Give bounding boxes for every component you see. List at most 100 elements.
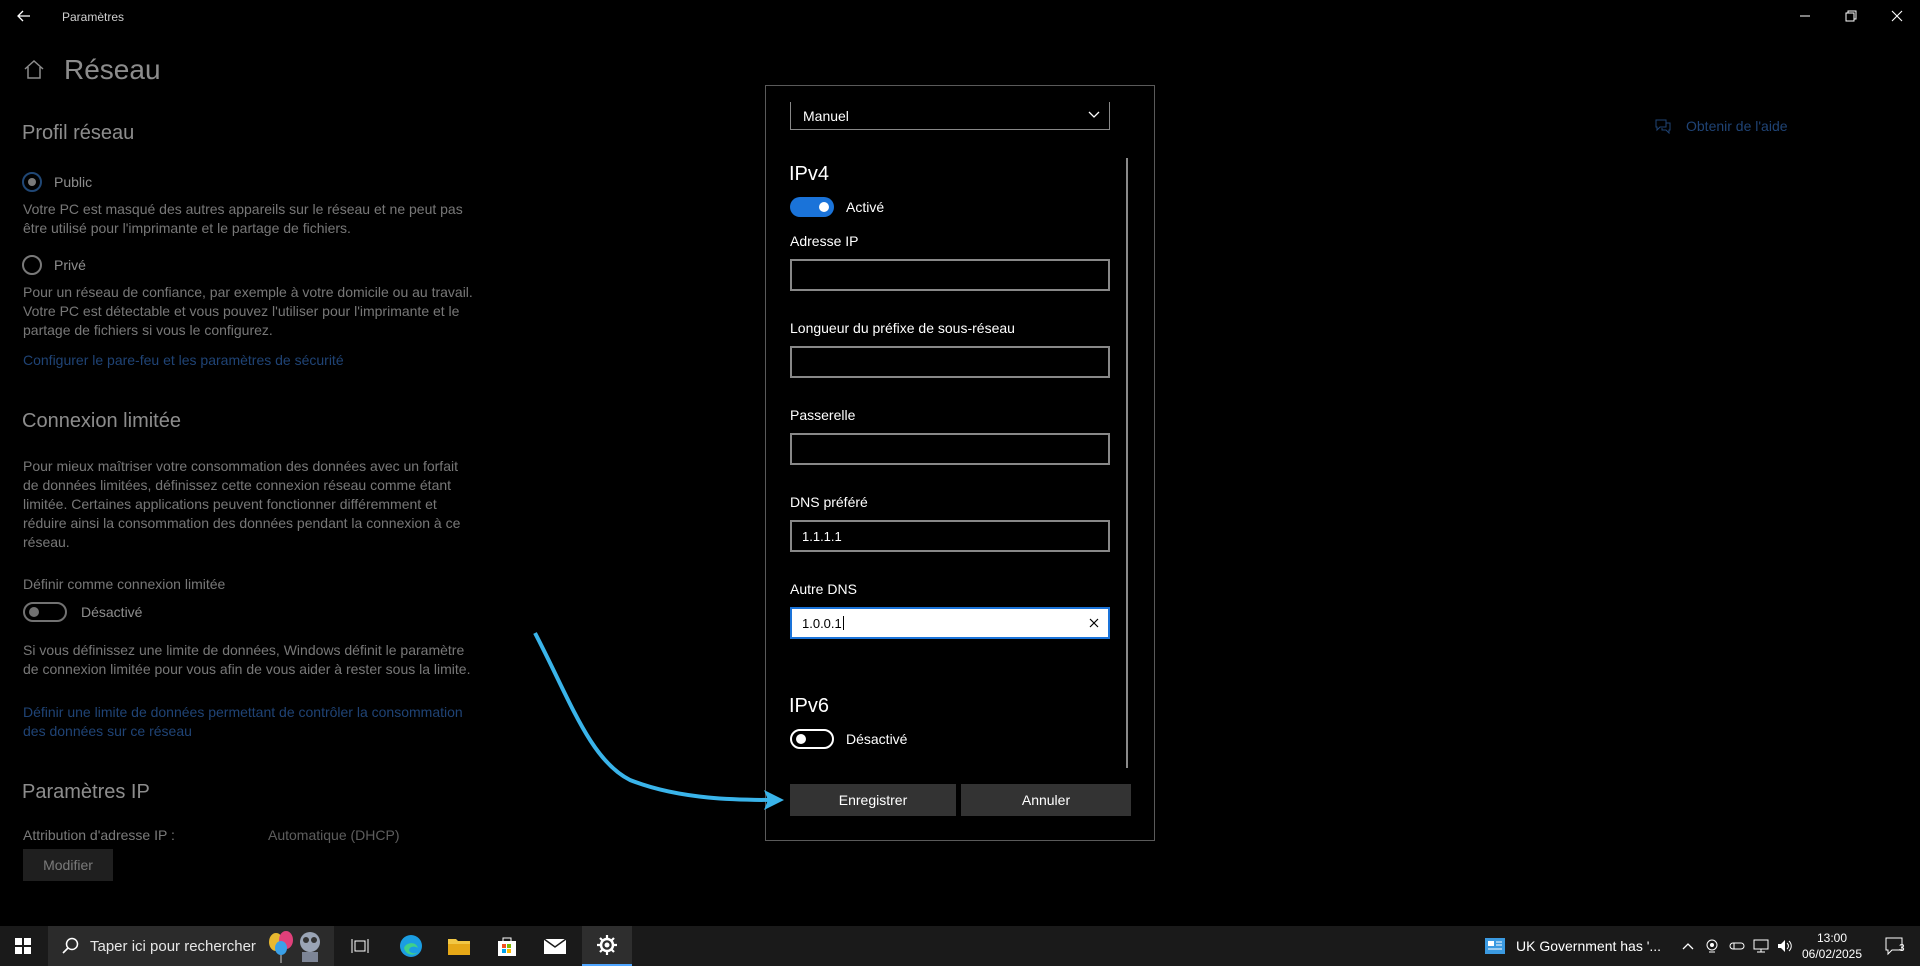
pen-icon (1729, 942, 1745, 950)
preferred-dns-label: DNS préféré (790, 494, 868, 510)
tray-webcam[interactable] (1702, 926, 1722, 966)
start-button[interactable] (0, 926, 46, 966)
restore-button[interactable] (1828, 0, 1874, 32)
metered-desc-line: limitée. Certaines applications peuvent … (23, 496, 437, 512)
close-icon (1891, 10, 1903, 22)
firewall-settings-link[interactable]: Configurer le pare-feu et les paramètres… (23, 351, 344, 370)
private-desc-line: Votre PC est détectable et vous pouvez l… (23, 303, 460, 319)
page-title: Réseau (64, 54, 161, 85)
radio-private[interactable]: Privé (22, 255, 86, 275)
title-bar: Paramètres (0, 0, 1920, 32)
gateway-field[interactable] (790, 433, 1110, 465)
taskbar: Taper ici pour rechercher UK Government … (0, 926, 1920, 966)
store-app[interactable] (486, 926, 528, 966)
data-limit-link[interactable]: Définir une limite de données permettant… (23, 703, 463, 722)
webcam-icon (1706, 939, 1718, 953)
help-chat-icon (1655, 119, 1671, 134)
back-arrow-icon (17, 10, 30, 22)
notification-center[interactable]: 3 (1874, 926, 1916, 966)
network-icon (1753, 939, 1769, 953)
private-desc-line: partage de fichiers si vous le configure… (23, 322, 273, 338)
cancel-button[interactable]: Annuler (961, 784, 1131, 816)
clock-time: 13:00 (1816, 931, 1848, 945)
metered-connection-heading: Connexion limitée (22, 410, 181, 432)
alternate-dns-value: 1.0.0.1 (802, 615, 842, 631)
metered-note-line: Si vous définissez une limite de données… (23, 642, 465, 658)
news-icon (1485, 938, 1505, 954)
chevron-down-icon (1088, 111, 1100, 118)
metered-desc-line: de données limitées, définissez cette co… (23, 477, 452, 493)
page-header: Réseau (22, 54, 161, 86)
preferred-dns-field[interactable]: 1.1.1.1 (790, 520, 1110, 552)
private-desc-line: Pour un réseau de confiance, par exemple… (23, 284, 473, 300)
minimize-icon (1800, 15, 1810, 17)
clear-icon[interactable] (1088, 617, 1100, 629)
data-limit-link[interactable]: des données sur ce réseau (23, 722, 192, 741)
news-widget[interactable]: UK Government has '... (1484, 926, 1661, 966)
metered-desc-line: Pour mieux maîtriser votre consommation … (23, 458, 458, 474)
ipv6-toggle[interactable] (790, 729, 834, 749)
news-headline: UK Government has '... (1516, 938, 1662, 954)
back-button[interactable] (8, 0, 40, 32)
ip-mode-value: Manuel (803, 107, 849, 124)
help-link[interactable]: Obtenir de l'aide (1654, 118, 1788, 134)
metered-toggle[interactable]: Désactivé (23, 602, 142, 622)
metered-desc-line: réseau. (23, 534, 70, 550)
subnet-prefix-label: Longueur du préfixe de sous-réseau (790, 320, 1015, 336)
radio-public-indicator[interactable] (22, 172, 42, 192)
radio-private-indicator[interactable] (22, 255, 42, 275)
volume-icon (1778, 940, 1792, 952)
search-placeholder: Taper ici pour rechercher (90, 937, 256, 955)
ipv4-toggle[interactable] (790, 197, 834, 217)
ipv6-toggle-state: Désactivé (846, 731, 908, 747)
modify-ip-button[interactable]: Modifier (23, 849, 113, 881)
ip-address-field[interactable] (790, 259, 1110, 291)
settings-app[interactable] (582, 926, 632, 966)
edge-app[interactable] (390, 926, 432, 966)
taskbar-clock[interactable]: 13:00 06/02/2025 (1800, 930, 1864, 962)
metered-desc-line: réduire ainsi la consommation des donnée… (23, 515, 461, 531)
metered-toggle-title: Définir comme connexion limitée (23, 576, 226, 592)
task-view-button[interactable] (340, 926, 380, 966)
tray-pen[interactable] (1726, 926, 1748, 966)
public-desc-line: être utilisé pour l'imprimante et le par… (23, 220, 351, 236)
home-icon[interactable] (22, 58, 46, 82)
show-hidden-icons[interactable] (1678, 926, 1698, 966)
metered-toggle-switch[interactable] (23, 602, 67, 622)
ip-assignment-label: Attribution d'adresse IP : (23, 827, 175, 843)
radio-public-label: Public (54, 174, 93, 190)
ipv4-heading: IPv4 (789, 163, 830, 185)
metered-note-line: de connexion limitée pour vous afin de v… (23, 661, 471, 677)
mail-app[interactable] (534, 926, 576, 966)
metered-toggle-state: Désactivé (81, 604, 143, 620)
clock-date: 06/02/2025 (1801, 947, 1863, 961)
radio-public[interactable]: Public (22, 172, 92, 192)
windows-logo-icon (15, 938, 31, 954)
ip-mode-dropdown[interactable]: Manuel (790, 102, 1110, 130)
subnet-prefix-field[interactable] (790, 346, 1110, 378)
notification-count: 3 (1899, 943, 1905, 954)
text-caret (842, 616, 844, 630)
alternate-dns-field[interactable]: 1.0.0.1 (790, 607, 1110, 639)
restore-icon (1845, 10, 1857, 22)
ipv6-heading: IPv6 (789, 695, 830, 717)
file-explorer-app[interactable] (438, 926, 480, 966)
gear-icon (597, 935, 617, 955)
task-view-icon (351, 939, 369, 953)
ipv4-toggle-state: Activé (846, 199, 885, 215)
save-button[interactable]: Enregistrer (790, 784, 956, 816)
taskbar-search[interactable]: Taper ici pour rechercher (48, 926, 334, 966)
search-icon (62, 937, 79, 954)
folder-icon (448, 939, 470, 955)
app-title: Paramètres (62, 10, 125, 24)
edit-ip-dialog: Manuel IPv4 Activé Adresse IP Longueur d… (765, 85, 1155, 841)
tray-network[interactable] (1750, 926, 1772, 966)
dialog-scrollbar[interactable] (1126, 158, 1128, 768)
close-button[interactable] (1874, 0, 1920, 32)
alternate-dns-label: Autre DNS (790, 581, 857, 597)
minimize-button[interactable] (1782, 0, 1828, 32)
search-highlight-icon (268, 931, 320, 963)
radio-private-label: Privé (54, 257, 86, 273)
tray-volume[interactable] (1774, 926, 1796, 966)
help-link-label: Obtenir de l'aide (1686, 118, 1788, 134)
